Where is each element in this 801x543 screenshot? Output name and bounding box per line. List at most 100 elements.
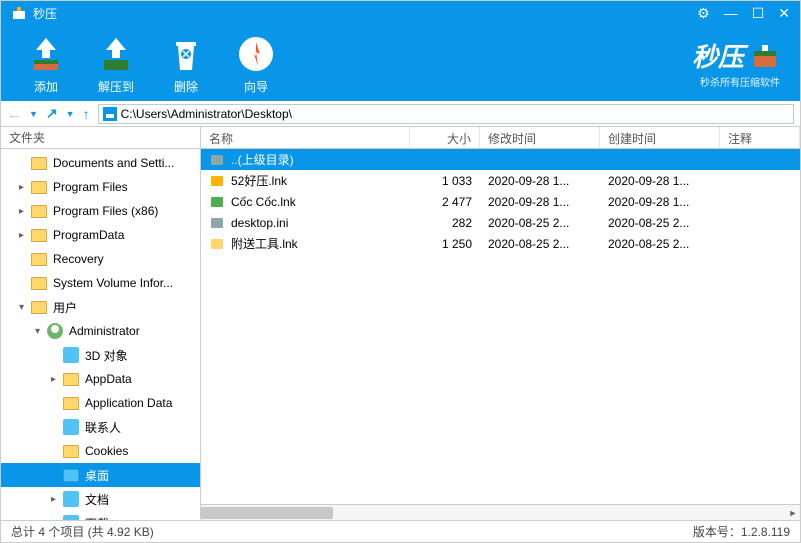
scroll-thumb[interactable] [201,507,333,519]
file-list[interactable]: ..(上级目录)52好压.lnk1 0332020-09-28 1...2020… [201,149,800,504]
back-dropdown[interactable]: ▼ [29,109,38,119]
file-name: desktop.ini [231,216,288,230]
tree-item[interactable]: ▸Program Files [1,175,200,199]
file-row[interactable]: Cốc Cốc.lnk2 4772020-09-28 1...2020-09-2… [201,191,800,212]
wizard-button[interactable]: 向导 [221,32,291,95]
tree-item-label: Program Files (x86) [53,204,158,218]
brand: 秒压 秒杀所有压缩软件 [692,37,790,89]
maximize-button[interactable]: ☐ [752,5,765,22]
tree-item-label: Recovery [53,252,104,266]
address-path: C:\Users\Administrator\Desktop\ [121,107,292,121]
delete-button[interactable]: 删除 [151,32,221,95]
file-size: 2 477 [410,195,480,209]
tree-item[interactable]: 联系人 [1,415,200,439]
horizontal-scrollbar[interactable]: ◄ ► [201,504,800,520]
wizard-icon [234,32,278,76]
expander-icon[interactable]: ▾ [19,302,31,313]
window-title: 秒压 [33,5,697,22]
folder-icon [31,157,47,170]
forward-dropdown[interactable]: ▼ [66,109,75,119]
folder-tree[interactable]: Documents and Setti...▸Program Files▸Pro… [1,149,200,520]
app-icon [11,5,27,21]
back-button[interactable]: ← [7,106,21,122]
tree-item[interactable]: ▸ Program Files (x86) [1,199,200,223]
folder-icon [31,181,47,194]
file-row[interactable]: 52好压.lnk1 0332020-09-28 1...2020-09-28 1… [201,170,800,191]
up-button[interactable]: ↑ [83,106,90,122]
file-icon [209,215,225,231]
folder-icon [63,373,79,386]
file-icon [209,173,225,189]
tree-item[interactable]: ▸ AppData [1,367,200,391]
expander-icon[interactable]: ▸ [19,230,31,241]
extract-icon [94,32,138,76]
tree-item[interactable]: ▾ 用户 [1,295,200,319]
tree-item[interactable]: System Volume Infor... [1,271,200,295]
tree-item-label: 用户 [53,299,77,316]
folder-icon [63,419,79,435]
scroll-right-icon[interactable]: ► [786,507,800,519]
tree-item-label: Administrator [69,324,140,338]
brand-title: 秒压 [692,37,744,74]
file-size: 282 [410,216,480,230]
expander-icon[interactable]: ▸ [19,182,31,193]
tree-item[interactable]: 3D 对象 [1,343,200,367]
file-ctime: 2020-09-28 1... [600,195,720,209]
column-headers[interactable]: 名称 大小 修改时间 创建时间 注释 [201,127,800,149]
file-size: 1 250 [410,237,480,251]
file-ctime: 2020-08-25 2... [600,237,720,251]
expander-icon[interactable]: ▸ [51,494,63,505]
extract-to-button[interactable]: 解压到 [81,32,151,95]
tree-item[interactable]: 桌面 [1,463,200,487]
tree-item-label: AppData [85,372,132,386]
tree-item-label: Application Data [85,396,172,410]
folder-icon [31,205,47,218]
tree-item-label: Documents and Setti... [53,156,174,170]
tree-item-label: 联系人 [85,419,121,436]
nav-bar: ← ▼ ↗ ▼ ↑ C:\Users\Administrator\Desktop… [1,101,800,127]
file-row[interactable]: desktop.ini2822020-08-25 2...2020-08-25 … [201,212,800,233]
close-button[interactable]: ✕ [778,5,790,22]
expander-icon[interactable]: ▸ [51,374,63,385]
folder-icon [31,301,47,314]
tree-item-label: 3D 对象 [85,347,128,364]
tree-item[interactable]: ▸ProgramData [1,223,200,247]
col-mtime[interactable]: 修改时间 [480,127,600,148]
file-mtime: 2020-08-25 2... [480,237,600,251]
add-button[interactable]: 添加 [11,32,81,95]
tree-item[interactable]: Recovery [1,247,200,271]
tree-item[interactable]: ▾ Administrator [1,319,200,343]
file-name: 52好压.lnk [231,172,287,189]
file-row[interactable]: 附送工具.lnk1 2502020-08-25 2...2020-08-25 2… [201,233,800,254]
tree-item[interactable]: Application Data [1,391,200,415]
minimize-button[interactable]: — [724,5,738,22]
tree-item[interactable]: Documents and Setti... [1,151,200,175]
file-mtime: 2020-08-25 2... [480,216,600,230]
status-right: 版本号：1.2.8.119 [693,523,790,540]
tree-item[interactable]: Cookies [1,439,200,463]
col-size[interactable]: 大小 [410,127,480,148]
file-mtime: 2020-09-28 1... [480,195,600,209]
tree-item[interactable]: ▸ 文档 [1,487,200,511]
expander-icon[interactable]: ▾ [35,326,47,337]
file-name: Cốc Cốc.lnk [231,195,296,209]
forward-button[interactable]: ↗ [46,105,58,122]
add-icon [24,32,68,76]
tree-item-label: 文档 [85,491,109,508]
folder-icon [31,253,47,266]
status-left: 总计 4 个项目 (共 4.92 KB) [11,523,154,540]
file-icon [209,152,225,168]
titlebar: 秒压 ⚙ — ☐ ✕ [1,1,800,25]
col-ctime[interactable]: 创建时间 [600,127,720,148]
settings-button[interactable]: ⚙ [697,5,710,22]
address-bar[interactable]: C:\Users\Administrator\Desktop\ [98,104,794,124]
expander-icon[interactable]: ▸ [19,206,31,217]
file-row[interactable]: ..(上级目录) [201,149,800,170]
file-size: 1 033 [410,174,480,188]
sidebar-header: 文件夹 [1,127,200,149]
col-name[interactable]: 名称 [201,127,410,148]
folder-icon [63,445,79,458]
tree-item[interactable]: ▸下载 [1,511,200,520]
toolbar: 添加 解压到 删除 向导 秒压 秒杀所有压缩软件 [1,25,800,101]
col-comment[interactable]: 注释 [720,127,800,148]
